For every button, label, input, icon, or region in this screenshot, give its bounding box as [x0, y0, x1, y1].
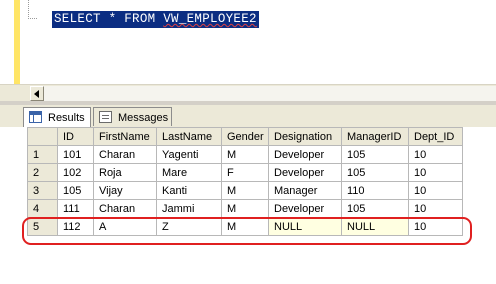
- cell-gender[interactable]: F: [221, 163, 269, 182]
- cell-firstname[interactable]: Charan: [93, 199, 157, 218]
- cell-id[interactable]: 102: [57, 163, 94, 182]
- row-number[interactable]: 2: [27, 163, 58, 182]
- cell-dept-id[interactable]: 10: [408, 199, 463, 218]
- table-row[interactable]: 1 101 Charan Yagenti M Developer 105 10: [27, 145, 463, 164]
- cell-id[interactable]: 111: [57, 199, 94, 218]
- results-grid-area[interactable]: ID FirstName LastName Gender Designation…: [0, 127, 496, 284]
- select-all-corner[interactable]: [27, 127, 58, 146]
- sql-query-text[interactable]: SELECT * FROM VW_EMPLOYEE2: [52, 11, 259, 28]
- row-number[interactable]: 4: [27, 199, 58, 218]
- cell-lastname[interactable]: Mare: [156, 163, 222, 182]
- editor-outline-guide: [28, 0, 37, 19]
- cell-dept-id[interactable]: 10: [408, 145, 463, 164]
- tab-messages[interactable]: Messages: [93, 107, 172, 126]
- column-header[interactable]: ID: [57, 127, 94, 146]
- tab-messages-label: Messages: [118, 112, 169, 124]
- scrollbar-track[interactable]: [44, 86, 496, 101]
- sql-object-name: VW_EMPLOYEE2: [163, 12, 257, 26]
- cell-designation[interactable]: Developer: [268, 145, 342, 164]
- column-header[interactable]: FirstName: [93, 127, 157, 146]
- scroll-left-arrow-icon[interactable]: [30, 86, 44, 101]
- cell-gender[interactable]: M: [221, 199, 269, 218]
- column-header[interactable]: Dept_ID: [408, 127, 463, 146]
- cell-id[interactable]: 105: [57, 181, 94, 200]
- tab-results[interactable]: Results: [23, 107, 91, 128]
- cell-managerid[interactable]: 105: [341, 199, 409, 218]
- cell-id[interactable]: 101: [57, 145, 94, 164]
- cell-firstname[interactable]: Charan: [93, 145, 157, 164]
- messages-icon: [99, 111, 112, 123]
- cell-managerid[interactable]: 105: [341, 163, 409, 182]
- column-header[interactable]: ManagerID: [341, 127, 409, 146]
- row-number[interactable]: 1: [27, 145, 58, 164]
- cell-lastname[interactable]: Kanti: [156, 181, 222, 200]
- table-row[interactable]: 4 111 Charan Jammi M Developer 105 10: [27, 199, 463, 218]
- sql-keywords: SELECT * FROM: [54, 12, 164, 26]
- cell-designation[interactable]: Manager: [268, 181, 342, 200]
- grid-header-row: ID FirstName LastName Gender Designation…: [27, 127, 463, 146]
- table-row[interactable]: 2 102 Roja Mare F Developer 105 10: [27, 163, 463, 182]
- row-number[interactable]: 3: [27, 181, 58, 200]
- results-tab-strip: Results Messages: [0, 105, 496, 128]
- cell-lastname[interactable]: Jammi: [156, 199, 222, 218]
- column-header[interactable]: Designation: [268, 127, 342, 146]
- tab-results-label: Results: [48, 112, 85, 124]
- editor-margin-bar: [14, 0, 20, 84]
- editor-horizontal-scrollbar[interactable]: [0, 84, 496, 102]
- cell-dept-id[interactable]: 10: [408, 181, 463, 200]
- cell-managerid[interactable]: 110: [341, 181, 409, 200]
- cell-gender[interactable]: M: [221, 181, 269, 200]
- cell-designation[interactable]: Developer: [268, 163, 342, 182]
- row-highlight-annotation: [22, 217, 472, 245]
- cell-designation[interactable]: Developer: [268, 199, 342, 218]
- query-editor[interactable]: SELECT * FROM VW_EMPLOYEE2: [0, 0, 496, 84]
- cell-lastname[interactable]: Yagenti: [156, 145, 222, 164]
- column-header[interactable]: LastName: [156, 127, 222, 146]
- cell-firstname[interactable]: Vijay: [93, 181, 157, 200]
- cell-firstname[interactable]: Roja: [93, 163, 157, 182]
- column-header[interactable]: Gender: [221, 127, 269, 146]
- cell-dept-id[interactable]: 10: [408, 163, 463, 182]
- grid-icon: [29, 111, 42, 123]
- table-row[interactable]: 3 105 Vijay Kanti M Manager 110 10: [27, 181, 463, 200]
- cell-managerid[interactable]: 105: [341, 145, 409, 164]
- cell-gender[interactable]: M: [221, 145, 269, 164]
